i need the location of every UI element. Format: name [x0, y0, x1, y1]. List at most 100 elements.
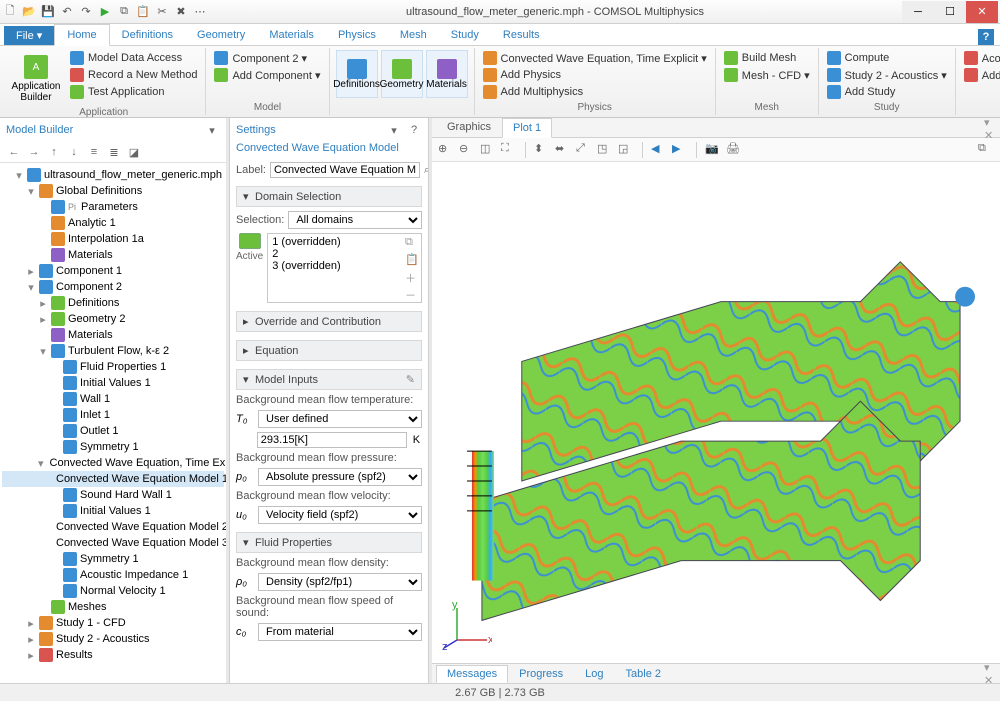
tree-node[interactable]: Convected Wave Equation Model 2: [2, 519, 224, 535]
equation-header[interactable]: ▸Equation: [236, 340, 422, 361]
tree-node[interactable]: Analytic 1: [2, 215, 224, 231]
model-data-access-button[interactable]: Model Data Access: [68, 50, 199, 66]
tree-node[interactable]: ▾Component 2: [2, 279, 224, 295]
up-icon[interactable]: ↑: [46, 144, 62, 160]
selection-item[interactable]: 1 (overridden): [272, 236, 417, 248]
selection-list[interactable]: 1 (overridden) 2 3 (overridden) ⧉ 📋 ＋ －: [267, 233, 422, 303]
panel-menu-icon[interactable]: ▾: [204, 122, 220, 138]
select2-icon[interactable]: ▶: [672, 142, 688, 158]
delete-icon[interactable]: ✖: [173, 4, 189, 20]
c0-select[interactable]: From material: [258, 623, 422, 641]
view-yz-icon[interactable]: ⬌: [555, 142, 571, 158]
study2-button[interactable]: Study 2 - Acoustics ▾: [825, 67, 949, 83]
T0-value-input[interactable]: [257, 432, 407, 448]
tree-node[interactable]: Interpolation 1a: [2, 231, 224, 247]
model-tree[interactable]: ▾ultrasound_flow_meter_generic.mph▾Globa…: [0, 163, 226, 683]
materials-button[interactable]: Materials: [426, 50, 468, 98]
tree-node[interactable]: ▸Geometry 2: [2, 311, 224, 327]
tree-node[interactable]: Symmetry 1: [2, 439, 224, 455]
pin-icon[interactable]: ▾: [386, 122, 402, 138]
new-icon[interactable]: 🗋: [2, 4, 18, 20]
build-mesh-button[interactable]: Build Mesh: [722, 50, 812, 66]
tree-node[interactable]: ▸Study 2 - Acoustics: [2, 631, 224, 647]
tree-node[interactable]: Materials: [2, 327, 224, 343]
compute-button[interactable]: Compute: [825, 50, 949, 66]
tree-node[interactable]: ▸Study 1 - CFD: [2, 615, 224, 631]
label-input[interactable]: [270, 162, 420, 178]
p0-select[interactable]: Absolute pressure (spf2): [258, 468, 422, 486]
expand-icon[interactable]: ≡: [86, 144, 102, 160]
fluid-properties-header[interactable]: ▾Fluid Properties: [236, 532, 422, 553]
popout-icon[interactable]: ⧉: [978, 142, 994, 158]
rho0-select[interactable]: Density (spf2/fp1): [258, 573, 422, 591]
tab-materials[interactable]: Materials: [257, 25, 326, 45]
next-icon[interactable]: →: [26, 144, 42, 160]
print-icon[interactable]: 🖨: [726, 142, 742, 158]
tab-table2[interactable]: Table 2: [615, 665, 672, 683]
tree-node[interactable]: Convected Wave Equation Model 3: [2, 535, 224, 551]
record-method-button[interactable]: Record a New Method: [68, 67, 199, 83]
add-component-button[interactable]: Add Component ▾: [212, 67, 322, 83]
tab-results[interactable]: Results: [491, 25, 552, 45]
view-xy-icon[interactable]: ⬍: [534, 142, 550, 158]
geometry-button[interactable]: Geometry: [381, 50, 423, 98]
tree-node[interactable]: ▾Global Definitions: [2, 183, 224, 199]
cwe-physics-button[interactable]: Convected Wave Equation, Time Explicit ▾: [481, 50, 709, 66]
cut-icon[interactable]: ✂: [154, 4, 170, 20]
selection-item[interactable]: 3 (overridden): [272, 260, 417, 272]
T0-mode-select[interactable]: User defined: [258, 410, 422, 428]
add-physics-button[interactable]: Add Physics: [481, 67, 709, 83]
output-close-icon[interactable]: ▾ ✕: [984, 666, 1000, 682]
tree-node[interactable]: Acoustic Impedance 1: [2, 567, 224, 583]
tree-node[interactable]: Sound Hard Wall 1: [2, 487, 224, 503]
undo-icon[interactable]: ↶: [59, 4, 75, 20]
add-multiphysics-button[interactable]: Add Multiphysics: [481, 84, 709, 100]
label-action-icon[interactable]: ⌕: [424, 162, 428, 178]
sel-remove-icon[interactable]: －: [405, 287, 419, 301]
open-icon[interactable]: 📂: [21, 4, 37, 20]
view-xz-icon[interactable]: ⤢: [576, 142, 592, 158]
tree-node[interactable]: Convected Wave Equation Model 1: [2, 471, 224, 487]
model-inputs-header[interactable]: ▾Model Inputs✎: [236, 369, 422, 390]
maximize-button[interactable]: ☐: [934, 1, 966, 23]
tree-node[interactable]: Materials: [2, 247, 224, 263]
tab-home[interactable]: Home: [54, 24, 109, 46]
active-toggle[interactable]: [239, 233, 261, 249]
sel-add-icon[interactable]: ＋: [405, 270, 419, 284]
tree-node[interactable]: Initial Values 1: [2, 375, 224, 391]
tree-node[interactable]: Normal Velocity 1: [2, 583, 224, 599]
plot-canvas[interactable]: x y z: [432, 162, 1000, 663]
collapse-icon[interactable]: ≣: [106, 144, 122, 160]
select-icon[interactable]: ◀: [651, 142, 667, 158]
tree-node[interactable]: Outlet 1: [2, 423, 224, 439]
tab-progress[interactable]: Progress: [508, 665, 574, 683]
tree-node[interactable]: Inlet 1: [2, 407, 224, 423]
component2-button[interactable]: Component 2 ▾: [212, 50, 322, 66]
sel-copy-icon[interactable]: ⧉: [405, 236, 419, 250]
tree-node[interactable]: Symmetry 1: [2, 551, 224, 567]
down-icon[interactable]: ↓: [66, 144, 82, 160]
acoustic-pressure-button[interactable]: Acoustic Pressure ▾: [962, 50, 1000, 66]
tab-geometry[interactable]: Geometry: [185, 25, 257, 45]
tab-graphics[interactable]: Graphics: [436, 117, 502, 137]
tab-mesh[interactable]: Mesh: [388, 25, 439, 45]
help2-icon[interactable]: ?: [406, 122, 422, 138]
prev-icon[interactable]: ←: [6, 144, 22, 160]
override-header[interactable]: ▸Override and Contribution: [236, 311, 422, 332]
tree-node[interactable]: Fluid Properties 1: [2, 359, 224, 375]
tree-node[interactable]: ▸Component 1: [2, 263, 224, 279]
edit-icon[interactable]: ✎: [406, 373, 415, 386]
zoom-in-icon[interactable]: ⊕: [438, 142, 454, 158]
panel-close-icon[interactable]: ▾ ✕: [984, 121, 1000, 137]
file-menu[interactable]: File ▾: [4, 26, 54, 45]
view-tool-icon[interactable]: ◲: [618, 142, 634, 158]
redo-icon[interactable]: ↷: [78, 4, 94, 20]
tree-node[interactable]: Initial Values 1: [2, 503, 224, 519]
show-icon[interactable]: ◪: [126, 144, 142, 160]
tree-node[interactable]: Meshes: [2, 599, 224, 615]
paste-icon[interactable]: 📋: [135, 4, 151, 20]
tab-physics[interactable]: Physics: [326, 25, 388, 45]
tab-definitions[interactable]: Definitions: [110, 25, 185, 45]
definitions-button[interactable]: Definitions: [336, 50, 378, 98]
tree-node[interactable]: ▸Definitions: [2, 295, 224, 311]
